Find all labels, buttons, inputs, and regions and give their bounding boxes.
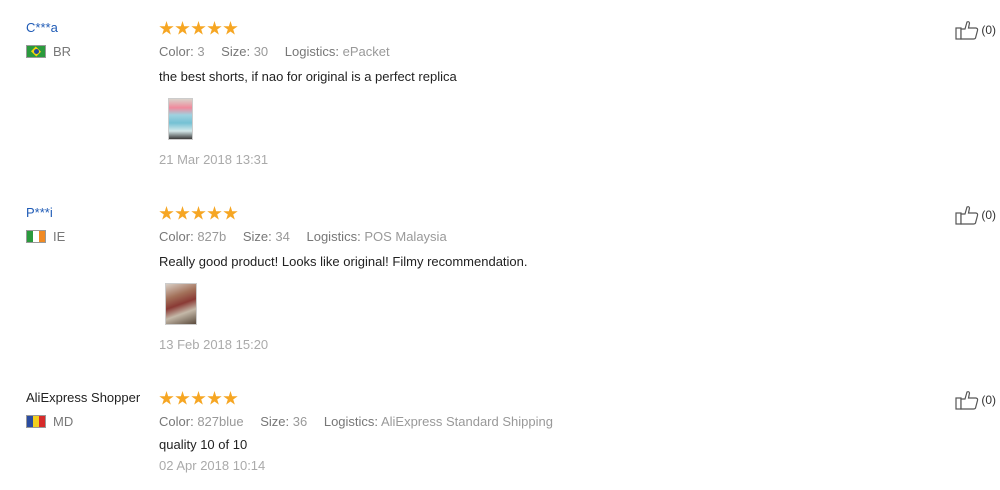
helpful-count: (0) [981,393,996,407]
country-code: IE [53,229,66,244]
flag-ie-icon [26,230,46,243]
helpful-count: (0) [981,23,996,37]
review-content: Color: 827b Size: 34 Logistics: POS Mala… [159,205,919,352]
reviewer-info: C***a BR [26,20,156,59]
logistics-label: Logistics: [323,414,379,429]
reviewer-name[interactable]: P***i [26,205,156,221]
country-code: MD [53,414,74,429]
order-meta: Color: 827b Size: 34 Logistics: POS Mala… [159,229,919,244]
star-rating [159,20,919,37]
star-icon [159,21,174,35]
star-icon [207,206,222,220]
reviewer-info: P***i IE [26,205,156,244]
size-label: Size: [221,44,251,59]
logistics-value: POS Malaysia [364,229,447,244]
size-label: Size: [242,229,272,244]
color-label: Color: [159,229,194,244]
review-date: 13 Feb 2018 15:20 [159,337,269,352]
size-value: 30 [253,44,269,59]
color-value: 3 [197,44,205,59]
color-label: Color: [159,414,194,429]
review-photo-thumbnail[interactable] [165,283,197,325]
star-rating [159,205,919,222]
star-icon [191,391,206,405]
logistics-value: ePacket [342,44,390,59]
size-label: Size: [260,414,290,429]
star-icon [159,206,174,220]
review-date: 02 Apr 2018 10:14 [159,458,266,473]
review-date: 21 Mar 2018 13:31 [159,152,269,167]
star-icon [191,21,206,35]
logistics-label: Logistics: [306,229,361,244]
star-icon [207,21,222,35]
reviewer-country: BR [26,44,156,59]
star-icon [175,206,190,220]
flag-br-icon [26,45,46,58]
review-text: the best shorts, if nao for original is … [159,69,457,84]
color-value: 827blue [197,414,244,429]
helpful-button[interactable]: (0) [955,390,996,410]
thumbs-up-icon [955,21,979,40]
thumbs-up-icon [955,206,979,225]
logistics-value: AliExpress Standard Shipping [380,414,553,429]
review-content: Color: 827blue Size: 36 Logistics: AliEx… [159,390,919,473]
country-code: BR [53,44,72,59]
logistics-label: Logistics: [284,44,339,59]
helpful-button[interactable]: (0) [955,205,996,225]
order-meta: Color: 827blue Size: 36 Logistics: AliEx… [159,414,919,429]
helpful-count: (0) [981,208,996,222]
review-text: Really good product! Looks like original… [159,254,528,269]
reviewer-name: AliExpress Shopper [26,390,141,405]
order-meta: Color: 3 Size: 30 Logistics: ePacket [159,44,919,59]
star-icon [223,21,238,35]
star-icon [223,206,238,220]
reviewer-info: AliExpress Shopper MD [26,390,156,429]
star-icon [191,206,206,220]
star-icon [207,391,222,405]
star-icon [175,21,190,35]
size-value: 36 [292,414,308,429]
star-icon [223,391,238,405]
helpful-button[interactable]: (0) [955,20,996,40]
thumbs-up-icon [955,391,979,410]
review-text: quality 10 of 10 [159,437,248,452]
color-label: Color: [159,44,194,59]
reviewer-name[interactable]: C***a [26,20,156,36]
star-icon [175,391,190,405]
color-value: 827b [197,229,227,244]
star-icon [159,391,174,405]
flag-md-icon [26,415,46,428]
reviewer-country: MD [26,414,156,429]
star-rating [159,390,919,407]
size-value: 34 [275,229,290,244]
reviewer-country: IE [26,229,156,244]
review-content: Color: 3 Size: 30 Logistics: ePacket the… [159,20,919,167]
review-photo-thumbnail[interactable] [168,98,193,140]
